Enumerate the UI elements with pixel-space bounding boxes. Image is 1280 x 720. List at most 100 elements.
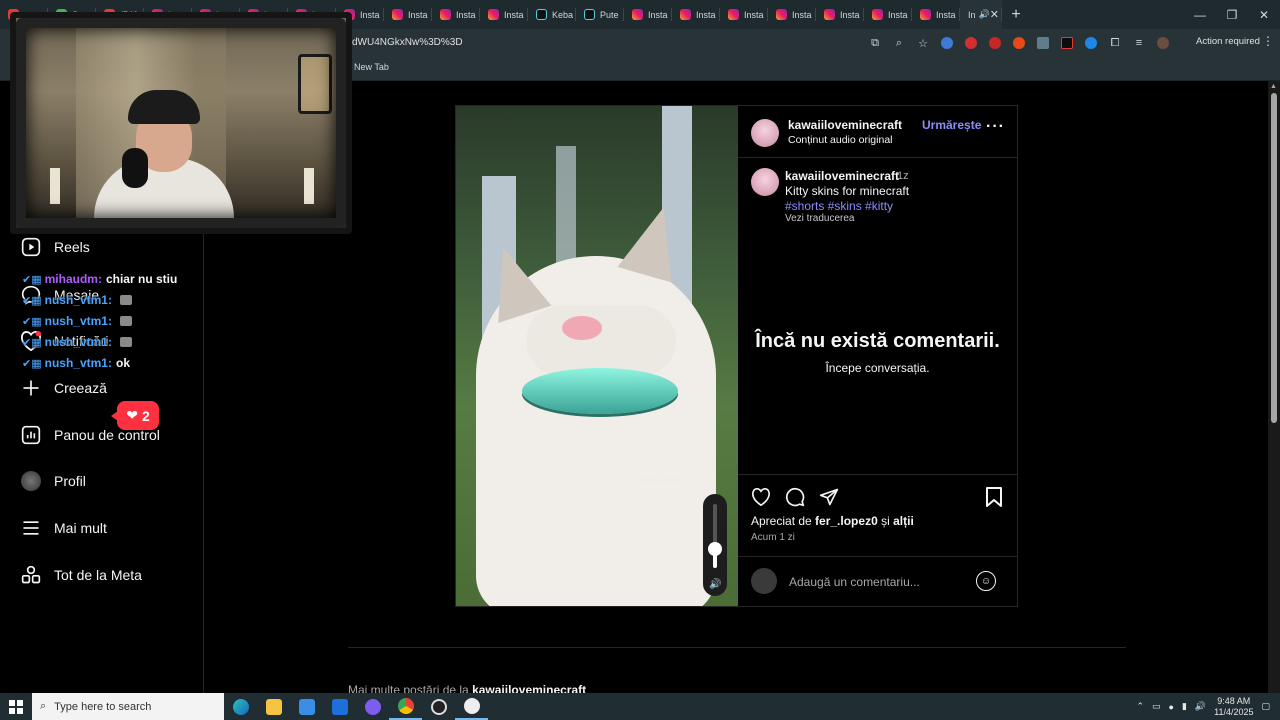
file-explorer-icon[interactable] <box>257 693 290 720</box>
cast-icon[interactable]: ⧉ <box>866 34 884 52</box>
search-icon: ⌕ <box>40 700 47 712</box>
volume-handle[interactable] <box>708 542 722 556</box>
share-icon[interactable] <box>818 486 840 508</box>
restore-icon[interactable]: ❐ <box>1216 0 1248 29</box>
chat-emote-icon <box>119 316 132 326</box>
browser-tab[interactable]: Insta <box>864 0 912 29</box>
volume-slider[interactable]: 🔊 <box>703 494 727 596</box>
instagram-icon <box>776 9 787 20</box>
speaker-icon[interactable]: 🔊 <box>709 579 721 590</box>
new-tab-button[interactable]: + <box>1002 6 1030 24</box>
browser-tab[interactable]: Keba <box>528 0 576 29</box>
browser-tab[interactable]: Insta <box>672 0 720 29</box>
browser-tab[interactable]: Pute <box>576 0 624 29</box>
obs-icon[interactable] <box>422 693 455 720</box>
extension-icon[interactable] <box>1034 34 1052 52</box>
save-bookmark-icon[interactable] <box>983 486 1005 508</box>
profile-avatar[interactable] <box>1154 34 1172 52</box>
caption-hashtags[interactable]: #shorts #skins #kitty <box>785 199 893 213</box>
extension-icon[interactable] <box>1082 34 1100 52</box>
tab-label: Insta <box>504 9 524 20</box>
extension-icon[interactable] <box>962 34 980 52</box>
audio-label[interactable]: Conținut audio original <box>788 134 893 146</box>
emoji-icon[interactable]: ☺ <box>976 571 996 591</box>
discord-icon[interactable] <box>356 693 389 720</box>
caption-username[interactable]: kawaiiloveminecraft <box>785 169 899 183</box>
instagram-icon <box>872 9 883 20</box>
close-tab-icon[interactable]: ✕ <box>990 8 999 21</box>
chevron-up-icon[interactable]: ⌃ <box>1136 701 1144 712</box>
reading-list-icon[interactable]: ≡ <box>1130 34 1148 52</box>
taskbar-search[interactable]: ⌕ Type here to search <box>32 693 224 720</box>
extension-icon[interactable] <box>1058 34 1076 52</box>
sidebar-item-label: Tot de la Meta <box>54 567 142 583</box>
window-controls: — ❐ ✕ <box>1184 0 1280 29</box>
browser-tab[interactable]: Insta <box>480 0 528 29</box>
reel-video[interactable]: @UPSDE.OWN 🔊 <box>456 106 738 606</box>
chat-emote-icon <box>119 295 132 305</box>
instagram-icon <box>728 9 739 20</box>
sidebar-item-label: Creează <box>54 380 107 396</box>
zoom-icon[interactable]: ⌕ <box>890 34 908 52</box>
scrollbar-thumb[interactable] <box>1271 93 1277 423</box>
extensions-puzzle-icon[interactable]: ⧠ <box>1106 34 1124 52</box>
sidebar-item-reels[interactable]: Reels <box>20 232 90 262</box>
extension-icon[interactable] <box>986 34 1004 52</box>
scroll-up-icon[interactable]: ▲ <box>1270 83 1277 90</box>
taskbar-clock[interactable]: 9:48 AM 11/4/2025 <box>1214 696 1253 718</box>
browser-tab[interactable]: Insta <box>624 0 672 29</box>
like-heart-icon[interactable] <box>750 486 772 508</box>
no-comments-subtitle: Începe conversația. <box>825 361 930 375</box>
browser-tab[interactable]: Insta <box>384 0 432 29</box>
minimize-icon[interactable]: — <box>1184 0 1216 29</box>
post-side-panel: kawaiiloveminecraft Conținut audio origi… <box>738 106 1017 606</box>
browser-tab[interactable]: Insta <box>816 0 864 29</box>
page-scrollbar[interactable]: ▲ <box>1268 81 1280 693</box>
sidebar-item-profil[interactable]: Profil <box>20 466 86 496</box>
sidebar-item-mai-mult[interactable]: Mai mult <box>20 513 107 543</box>
comment-icon[interactable] <box>784 486 806 508</box>
comment-input[interactable] <box>789 574 959 590</box>
instagram-icon <box>392 9 403 20</box>
profile-status[interactable]: Action required <box>1196 36 1260 47</box>
caption-avatar[interactable] <box>751 168 779 196</box>
more-options-icon[interactable]: ··· <box>986 118 1005 136</box>
tab-active[interactable]: In 🔊 ✕ <box>960 0 1002 29</box>
extension-icon[interactable] <box>938 34 956 52</box>
bookmark-new-tab[interactable]: New Tab <box>354 62 389 72</box>
extension-icon[interactable] <box>1010 34 1028 52</box>
sidebar-item-creeaz-[interactable]: Creează <box>20 373 107 403</box>
browser-tab[interactable]: Insta <box>720 0 768 29</box>
bookmark-star-icon[interactable]: ☆ <box>914 34 932 52</box>
mic-icon[interactable]: ● <box>1169 702 1174 712</box>
video-watermark: @UPSDE.OWN <box>636 478 680 484</box>
sidebar-item-tot-de-la-meta[interactable]: Tot de la Meta <box>20 560 142 590</box>
chrome-icon[interactable] <box>389 693 422 720</box>
notifications-badge[interactable]: ❤ 2 <box>111 401 159 430</box>
browser-tab[interactable]: Insta <box>432 0 480 29</box>
see-translation-link[interactable]: Vezi traducerea <box>785 213 855 224</box>
battery-icon[interactable]: ▮ <box>1182 701 1187 712</box>
browser-tab[interactable]: Insta <box>768 0 816 29</box>
chat-text: chiar nu stiu <box>105 272 178 286</box>
close-window-icon[interactable]: ✕ <box>1248 0 1280 29</box>
browser-tab[interactable]: Insta <box>912 0 960 29</box>
mail-icon[interactable] <box>323 693 356 720</box>
store-icon[interactable] <box>290 693 323 720</box>
browser-menu-icon[interactable]: ⋮ <box>1262 34 1274 48</box>
notifications-icon[interactable]: ▢ <box>1261 701 1270 712</box>
speaker-icon: 🔊 <box>978 9 990 19</box>
liked-by-user[interactable]: fer_.lopez0 <box>815 514 878 528</box>
author-username[interactable]: kawaiiloveminecraft <box>788 118 902 132</box>
windows-start-icon[interactable] <box>0 693 32 720</box>
edge-icon[interactable] <box>224 693 257 720</box>
liked-by-others[interactable]: alții <box>893 514 914 528</box>
liked-by[interactable]: Apreciat de fer_.lopez0 și alții <box>751 514 914 528</box>
network-icon[interactable]: ▭ <box>1152 701 1161 712</box>
follow-button[interactable]: Urmărește <box>922 118 981 132</box>
address-url[interactable]: dWU4NGkxNw%3D%3D <box>352 37 463 48</box>
instagram-icon <box>680 9 691 20</box>
volume-icon[interactable]: 🔊 <box>1195 701 1206 712</box>
app-icon[interactable] <box>455 693 488 720</box>
author-avatar[interactable] <box>751 119 779 147</box>
